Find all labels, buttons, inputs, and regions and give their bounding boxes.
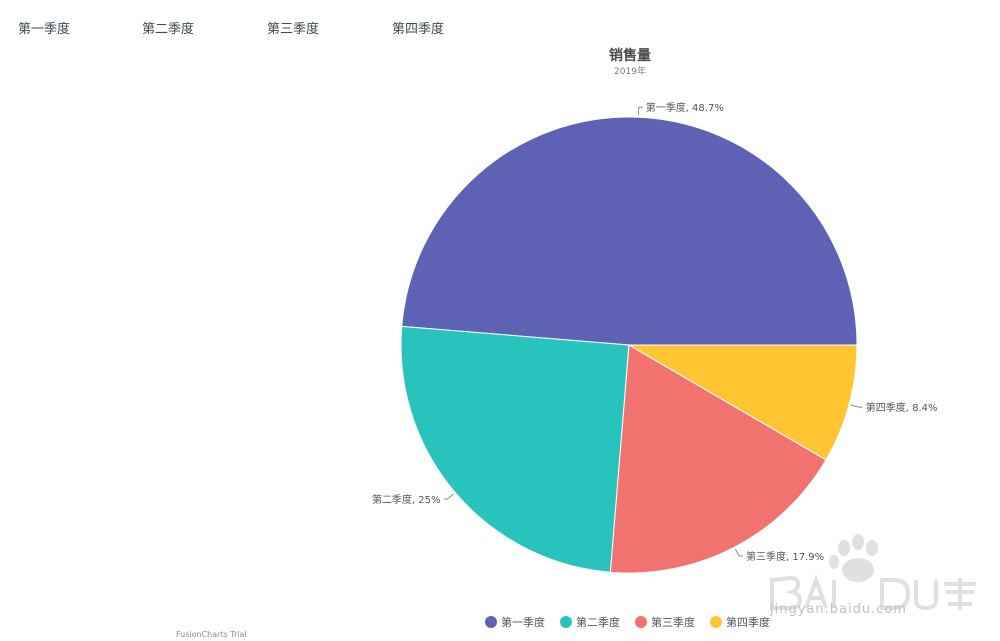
legend-marker-3[interactable]	[635, 616, 647, 628]
legend-label-1[interactable]: 第一季度	[501, 615, 545, 629]
slice-label-1: 第一季度, 48.7%	[646, 101, 724, 114]
chart-title: 销售量	[609, 47, 651, 64]
pie-slices	[400, 116, 858, 574]
slice-leader-line-4	[850, 404, 863, 408]
legend-marker-4[interactable]	[710, 616, 722, 628]
chart-subtitle: 2019年	[614, 65, 646, 77]
slice-leader-line-3	[734, 548, 744, 557]
legend-marker-1[interactable]	[485, 616, 497, 628]
legend: 第一季度 第二季度 第三季度 第四季度	[485, 615, 770, 629]
slice-label-2: 第二季度, 25%	[372, 493, 441, 506]
legend-label-2[interactable]: 第二季度	[576, 615, 620, 629]
pie-slice-1[interactable]	[401, 116, 858, 346]
pie-slice-2[interactable]	[400, 325, 630, 573]
fusioncharts-trial-watermark: FusionCharts Trial	[176, 630, 247, 639]
slice-leader-line-1	[637, 106, 643, 116]
page: 第一季度 第二季度 第三季度 第四季度 销售量 2019年 第一季度, 48.7…	[0, 0, 1000, 641]
legend-label-3[interactable]: 第三季度	[651, 615, 695, 629]
legend-marker-2[interactable]	[560, 616, 572, 628]
slice-leader-line-2	[443, 493, 454, 500]
baidu-site-watermark: jingyan.baidu.com	[770, 602, 907, 617]
slice-label-4: 第四季度, 8.4%	[866, 401, 938, 414]
